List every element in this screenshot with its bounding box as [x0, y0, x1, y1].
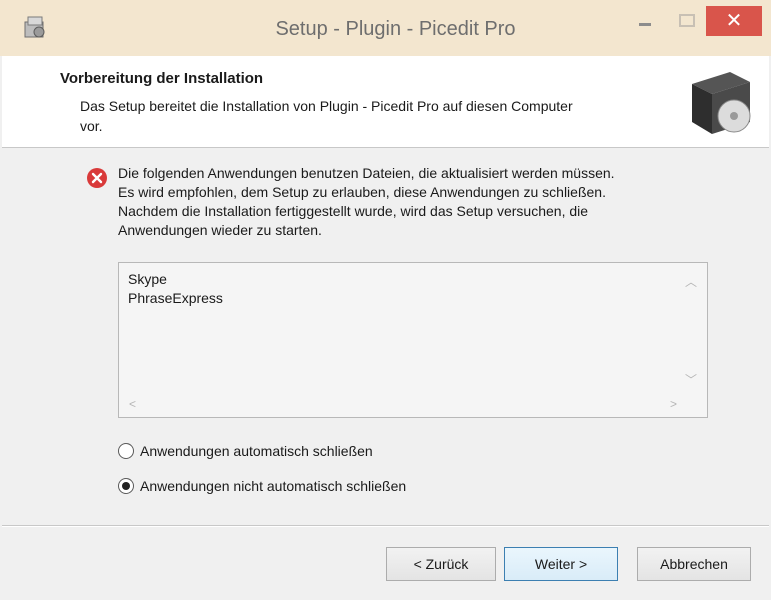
- applications-listbox[interactable]: Skype PhraseExpress ︿ ﹀ < >: [118, 262, 708, 418]
- wizard-header: Vorbereitung der Installation Das Setup …: [2, 56, 769, 148]
- message-line: Die folgenden Anwendungen benutzen Datei…: [118, 165, 615, 181]
- scroll-left-icon[interactable]: <: [129, 397, 136, 411]
- radio-auto-close[interactable]: Anwendungen automatisch schließen: [118, 440, 373, 462]
- radio-button[interactable]: [118, 443, 134, 459]
- back-button[interactable]: < Zurück: [386, 547, 496, 581]
- divider: [2, 526, 769, 527]
- info-message: Die folgenden Anwendungen benutzen Datei…: [118, 164, 718, 240]
- title-bar[interactable]: Setup - Plugin - Picedit Pro ✕: [0, 0, 771, 56]
- scroll-right-icon[interactable]: >: [670, 397, 677, 411]
- list-item[interactable]: PhraseExpress: [128, 290, 223, 306]
- header-subtitle: Das Setup bereitet die Installation von …: [80, 96, 670, 136]
- radio-no-auto-close[interactable]: Anwendungen nicht automatisch schließen: [118, 475, 406, 497]
- radio-button-checked[interactable]: [118, 478, 134, 494]
- radio-label[interactable]: Anwendungen automatisch schließen: [140, 443, 373, 459]
- next-button[interactable]: Weiter >: [504, 547, 618, 581]
- error-icon: [87, 168, 107, 188]
- message-line: Anwendungen wieder zu starten.: [118, 222, 322, 238]
- header-subtitle-line: vor.: [80, 118, 103, 134]
- header-title: Vorbereitung der Installation: [60, 70, 264, 87]
- scroll-down-icon[interactable]: ﹀: [685, 371, 697, 388]
- minimize-button[interactable]: [628, 6, 662, 36]
- radio-label[interactable]: Anwendungen nicht automatisch schließen: [140, 478, 406, 494]
- maximize-button[interactable]: [668, 6, 702, 36]
- install-box-icon: [692, 72, 751, 134]
- header-subtitle-line: Das Setup bereitet die Installation von …: [80, 98, 573, 114]
- setup-window: Setup - Plugin - Picedit Pro ✕ Vorbereit…: [0, 0, 771, 600]
- close-button[interactable]: ✕: [706, 6, 762, 36]
- cancel-button[interactable]: Abbrechen: [637, 547, 751, 581]
- scroll-up-icon[interactable]: ︿: [685, 273, 697, 290]
- list-item[interactable]: Skype: [128, 271, 167, 287]
- message-line: Es wird empfohlen, dem Setup zu erlauben…: [118, 184, 606, 200]
- message-line: Nachdem die Installation fertiggestellt …: [118, 203, 589, 219]
